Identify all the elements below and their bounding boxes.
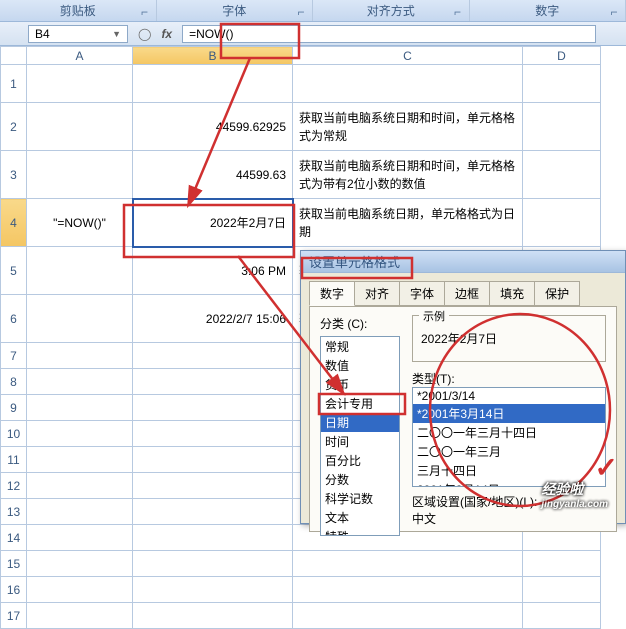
ribbon-group-font[interactable]: 字体⌐ bbox=[157, 0, 314, 21]
tab-font[interactable]: 字体 bbox=[399, 281, 445, 306]
select-all-corner[interactable] bbox=[1, 47, 27, 65]
name-box[interactable]: B4▼ bbox=[28, 25, 128, 43]
category-label: 分类 (C): bbox=[320, 315, 400, 332]
fx-icon[interactable]: fx bbox=[161, 27, 172, 41]
cell[interactable]: 2022/2/7 15:06 bbox=[133, 295, 293, 343]
col-header-A[interactable]: A bbox=[27, 47, 133, 65]
cat-item[interactable]: 数值 bbox=[321, 356, 399, 375]
type-label: 类型(T): bbox=[412, 370, 606, 387]
sample-label: 示例 bbox=[419, 308, 449, 324]
cell[interactable] bbox=[523, 151, 601, 199]
row-header[interactable]: 10 bbox=[1, 421, 27, 447]
cell[interactable]: 说明 bbox=[293, 65, 523, 103]
ribbon-group-clipboard[interactable]: 剪贴板⌐ bbox=[0, 0, 157, 21]
cell[interactable] bbox=[523, 65, 601, 103]
cell[interactable] bbox=[27, 295, 133, 343]
cell[interactable]: 44599.62925 bbox=[133, 103, 293, 151]
cat-item[interactable]: 货币 bbox=[321, 375, 399, 394]
dialog-launcher-icon[interactable]: ⌐ bbox=[140, 5, 150, 19]
ribbon-group-number[interactable]: 数字⌐ bbox=[470, 0, 626, 21]
cell[interactable]: 结果值 bbox=[133, 65, 293, 103]
row-header[interactable]: 5 bbox=[1, 247, 27, 295]
cat-item[interactable]: 会计专用 bbox=[321, 394, 399, 413]
cat-item[interactable]: 时间 bbox=[321, 432, 399, 451]
row-header[interactable]: 12 bbox=[1, 473, 27, 499]
cell[interactable]: "=NOW()" bbox=[27, 199, 133, 247]
locale-value[interactable]: 中文 bbox=[412, 510, 606, 527]
row-header[interactable]: 11 bbox=[1, 447, 27, 473]
dropdown-icon[interactable]: ▼ bbox=[112, 29, 121, 39]
category-list[interactable]: 常规 数值 货币 会计专用 日期 时间 百分比 分数 科学记数 文本 特殊 自定… bbox=[320, 336, 400, 536]
cat-item-selected[interactable]: 日期 bbox=[321, 413, 399, 432]
tab-align[interactable]: 对齐 bbox=[354, 281, 400, 306]
cell[interactable]: 获取当前电脑系统日期，单元格格式为日期 bbox=[293, 199, 523, 247]
row-header[interactable]: 1 bbox=[1, 65, 27, 103]
cell[interactable]: 获取当前电脑系统日期和时间，单元格格式为常规 bbox=[293, 103, 523, 151]
tab-number[interactable]: 数字 bbox=[309, 281, 355, 306]
dialog-launcher-icon[interactable]: ⌐ bbox=[453, 5, 463, 19]
cell[interactable]: 44599.63 bbox=[133, 151, 293, 199]
cat-item[interactable]: 文本 bbox=[321, 508, 399, 527]
cell-selected[interactable]: 2022年2月7日 bbox=[133, 199, 293, 247]
type-item[interactable]: 二〇〇一年三月十四日 bbox=[413, 423, 605, 442]
dialog-launcher-icon[interactable]: ⌐ bbox=[296, 5, 306, 19]
row-header[interactable]: 8 bbox=[1, 369, 27, 395]
dialog-titlebar[interactable]: 设置单元格格式 bbox=[301, 251, 625, 273]
cell[interactable]: 3:06 PM bbox=[133, 247, 293, 295]
cat-item[interactable]: 特殊 bbox=[321, 527, 399, 536]
tab-protect[interactable]: 保护 bbox=[534, 281, 580, 306]
type-item[interactable]: 三月十四日 bbox=[413, 461, 605, 480]
row-header[interactable]: 15 bbox=[1, 551, 27, 577]
ribbon-group-align[interactable]: 对齐方式⌐ bbox=[313, 0, 470, 21]
type-item-selected[interactable]: *2001年3月14日 bbox=[413, 404, 605, 423]
col-header-B[interactable]: B bbox=[133, 47, 293, 65]
col-header-D[interactable]: D bbox=[523, 47, 601, 65]
cell[interactable]: 获取当前电脑系统日期和时间，单元格格式为带有2位小数的数值 bbox=[293, 151, 523, 199]
cell[interactable] bbox=[27, 151, 133, 199]
cat-item[interactable]: 常规 bbox=[321, 337, 399, 356]
cat-item[interactable]: 百分比 bbox=[321, 451, 399, 470]
formula-bar-icons: ◯ fx bbox=[138, 27, 172, 41]
row-header[interactable]: 2 bbox=[1, 103, 27, 151]
dialog-tabs: 数字 对齐 字体 边框 填充 保护 bbox=[301, 273, 625, 306]
row-header[interactable]: 16 bbox=[1, 577, 27, 603]
cell[interactable] bbox=[27, 103, 133, 151]
cell[interactable] bbox=[523, 199, 601, 247]
sample-value: 2022年2月7日 bbox=[421, 332, 497, 346]
row-header[interactable]: 9 bbox=[1, 395, 27, 421]
ribbon-groups: 剪贴板⌐ 字体⌐ 对齐方式⌐ 数字⌐ bbox=[0, 0, 626, 22]
sample-box: 示例 2022年2月7日 bbox=[412, 315, 606, 362]
cat-item[interactable]: 分数 bbox=[321, 470, 399, 489]
cell[interactable] bbox=[27, 247, 133, 295]
type-list[interactable]: *2001/3/14 *2001年3月14日 二〇〇一年三月十四日 二〇〇一年三… bbox=[412, 387, 606, 487]
circle-icon[interactable]: ◯ bbox=[138, 27, 151, 41]
row-header[interactable]: 3 bbox=[1, 151, 27, 199]
row-header[interactable]: 7 bbox=[1, 343, 27, 369]
cell[interactable]: 公式 bbox=[27, 65, 133, 103]
formula-bar: B4▼ ◯ fx =NOW() bbox=[0, 22, 626, 46]
row-header[interactable]: 17 bbox=[1, 603, 27, 629]
watermark: 经验啦jingyanla.com bbox=[541, 479, 608, 510]
type-item[interactable]: *2001/3/14 bbox=[413, 388, 605, 404]
formula-input[interactable]: =NOW() bbox=[182, 25, 596, 43]
type-item[interactable]: 二〇〇一年三月 bbox=[413, 442, 605, 461]
cat-item[interactable]: 科学记数 bbox=[321, 489, 399, 508]
col-header-C[interactable]: C bbox=[293, 47, 523, 65]
cell[interactable] bbox=[523, 103, 601, 151]
tab-border[interactable]: 边框 bbox=[444, 281, 490, 306]
dialog-launcher-icon[interactable]: ⌐ bbox=[609, 5, 619, 19]
row-header[interactable]: 13 bbox=[1, 499, 27, 525]
row-header[interactable]: 6 bbox=[1, 295, 27, 343]
tab-fill[interactable]: 填充 bbox=[489, 281, 535, 306]
row-header[interactable]: 14 bbox=[1, 525, 27, 551]
row-header[interactable]: 4 bbox=[1, 199, 27, 247]
